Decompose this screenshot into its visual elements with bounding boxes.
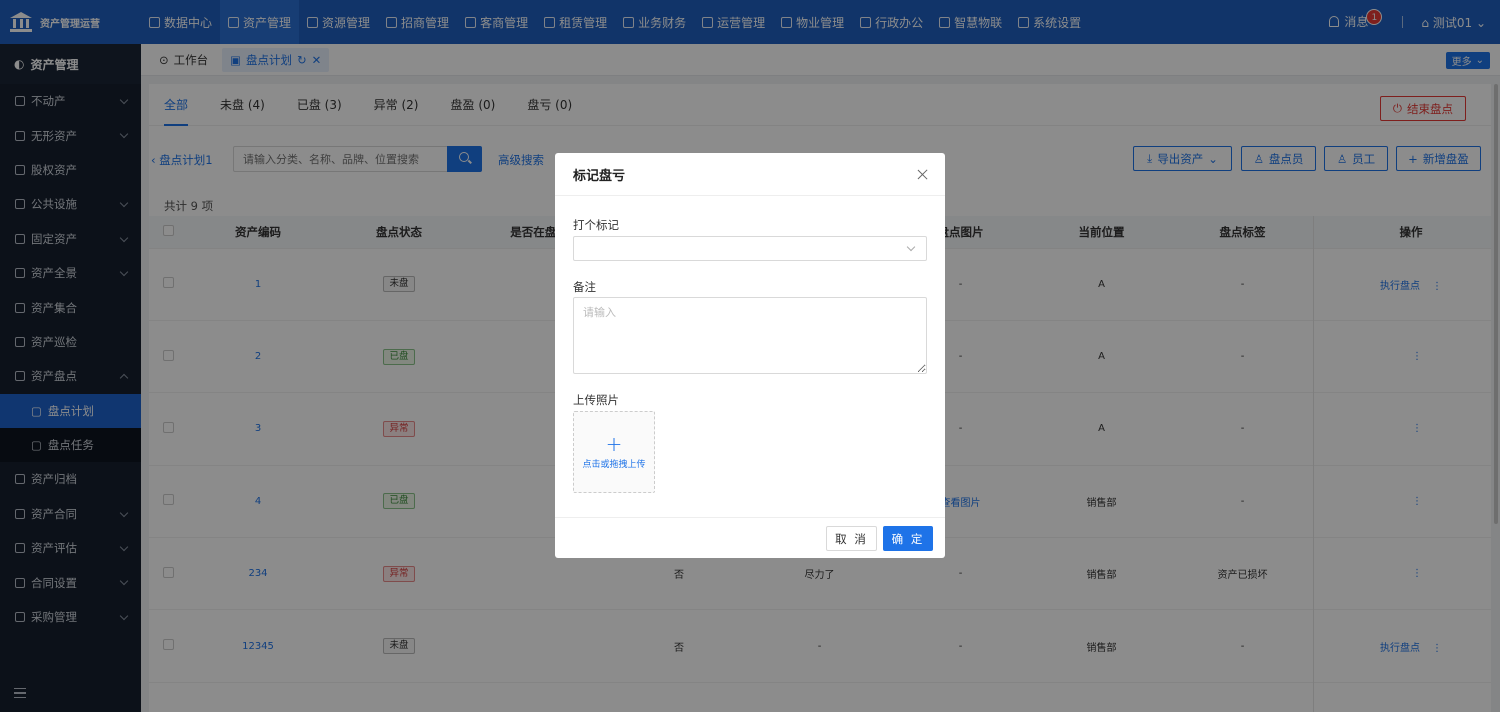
mark-field-label: 打个标记 [573,218,619,232]
photo-upload-area[interactable]: + 点击或拖拽上传 [573,411,655,493]
mark-select[interactable] [573,236,927,261]
close-icon[interactable] [917,169,928,180]
confirm-button[interactable]: 确 定 [883,526,933,551]
remark-textarea[interactable] [573,297,927,374]
upload-field-label: 上传照片 [573,393,619,407]
plus-icon: + [605,432,623,456]
upload-hint: 点击或拖拽上传 [582,460,646,470]
dialog-header: 标记盘亏 [555,153,945,196]
cancel-button[interactable]: 取 消 [826,526,877,551]
dialog-title: 标记盘亏 [573,168,626,184]
remark-field-label: 备注 [573,280,596,294]
mark-loss-dialog: 标记盘亏 打个标记 备注 上传照片 + 点击或拖拽上传 取 消 确 定 [555,153,945,558]
dialog-footer: 取 消 确 定 [555,517,945,558]
chevron-down-icon [906,242,916,252]
